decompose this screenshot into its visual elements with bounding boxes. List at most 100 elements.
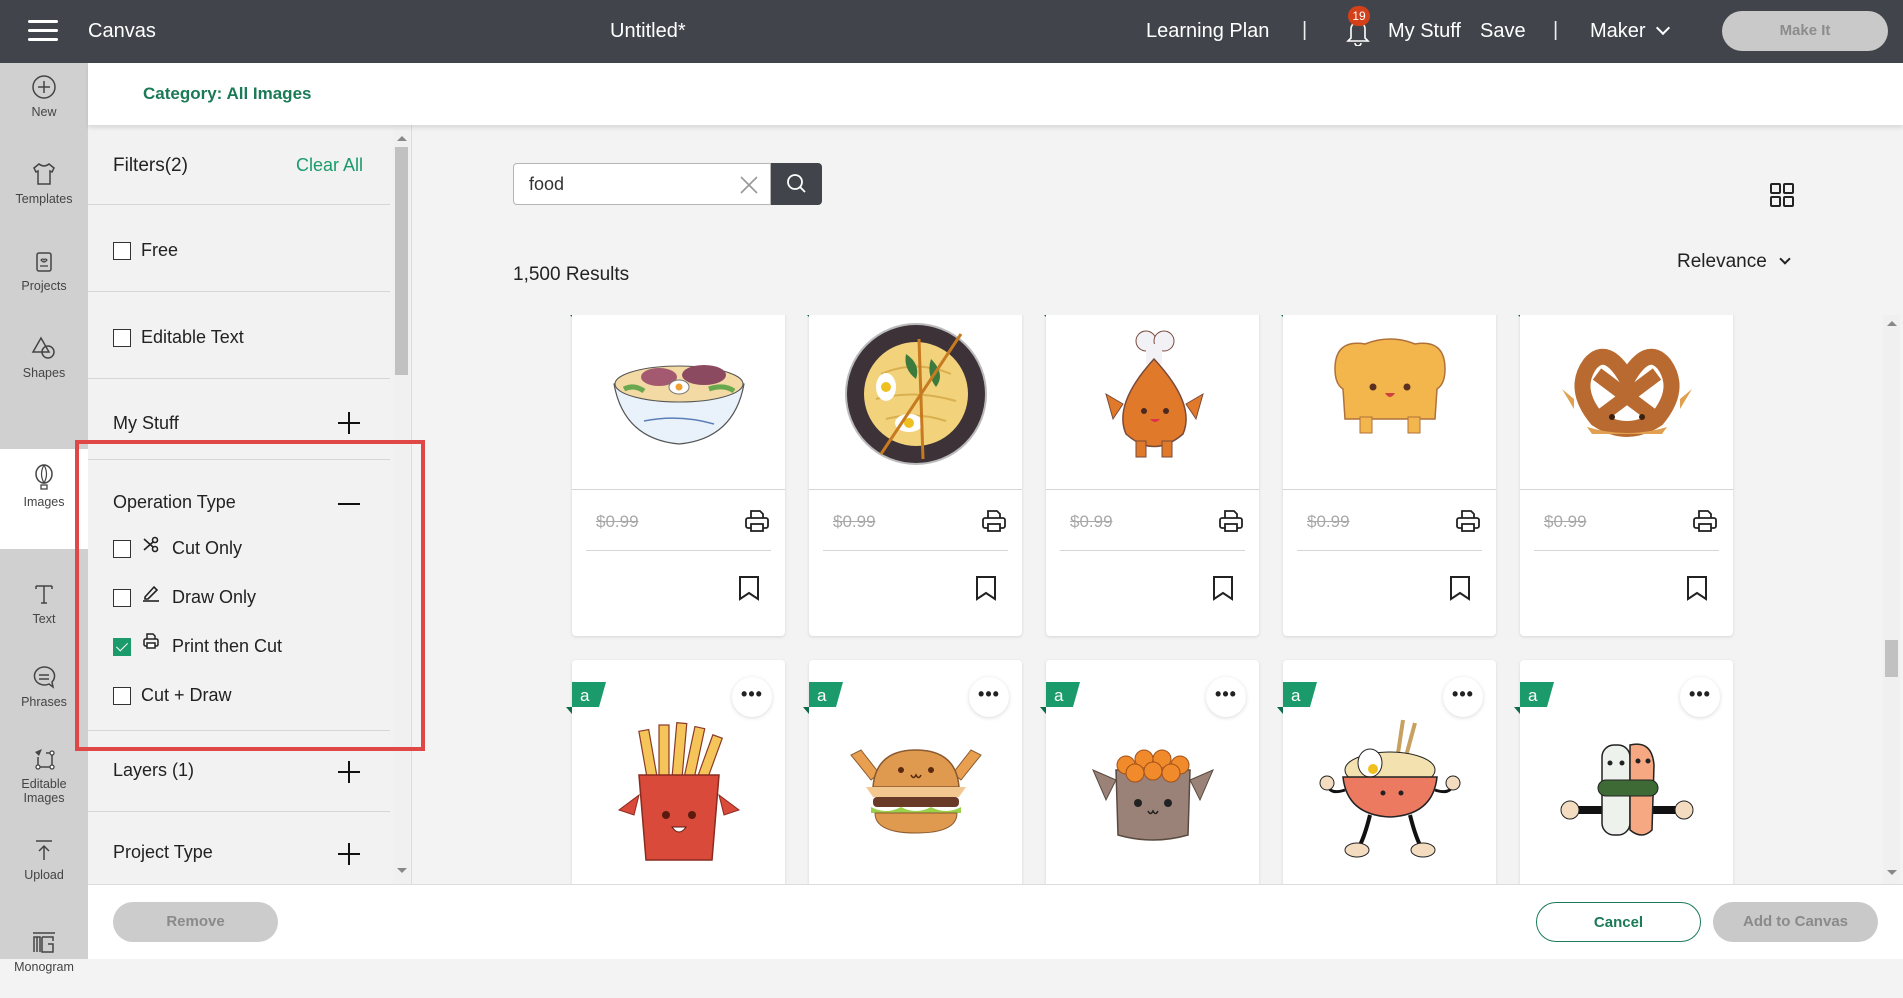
rail-label: Phrases	[21, 695, 67, 709]
cancel-button[interactable]: Cancel	[1536, 902, 1701, 942]
price: $0.99	[1544, 512, 1587, 531]
learning-plan-link[interactable]: Learning Plan	[1146, 20, 1269, 43]
rail-item-monogram[interactable]: Monogram	[0, 928, 88, 998]
image-thumbnail[interactable]	[1520, 315, 1733, 489]
image-card[interactable]: a •••	[803, 660, 1022, 884]
cut-only-checkbox[interactable]	[113, 540, 131, 558]
notification-badge: 19	[1348, 6, 1370, 26]
scrollbar-thumb[interactable]	[1885, 640, 1898, 677]
collapse-minus-icon[interactable]	[338, 503, 360, 505]
ramen-character-image	[1319, 719, 1460, 858]
image-card[interactable]: $0.99	[1518, 315, 1733, 636]
monogram-icon	[33, 932, 55, 953]
ramen-bowl-image	[612, 365, 745, 445]
save-link[interactable]: Save	[1480, 20, 1526, 43]
expand-plus-icon[interactable]	[338, 412, 360, 434]
image-thumbnail[interactable]	[572, 315, 785, 489]
pretzel-image	[1561, 348, 1692, 437]
rail-item-templates[interactable]: Templates	[0, 160, 88, 230]
image-card[interactable]: a •••	[566, 660, 785, 884]
image-card[interactable]: a •••	[1514, 660, 1733, 884]
machine-selector[interactable]: Maker	[1590, 20, 1670, 43]
rail-item-shapes[interactable]: Shapes	[0, 334, 88, 404]
rail-label: Monogram	[14, 960, 74, 974]
grid-view-icon[interactable]	[1770, 183, 1794, 207]
image-card[interactable]: $0.99	[807, 315, 1022, 636]
image-thumbnail[interactable]	[809, 695, 1022, 884]
price: $0.99	[833, 512, 876, 531]
filter-layers[interactable]: Layers (1)	[88, 731, 390, 812]
image-card[interactable]: $0.99	[570, 315, 785, 636]
balloon-icon	[35, 464, 53, 490]
rail-item-new[interactable]: New	[0, 73, 88, 143]
clear-all-link[interactable]: Clear All	[296, 155, 363, 176]
category-breadcrumb[interactable]: Category: All Images	[143, 84, 311, 104]
card-info: $0.99	[809, 489, 1022, 601]
image-thumbnail[interactable]	[1520, 695, 1733, 884]
separator: |	[1553, 19, 1559, 41]
search-button[interactable]	[771, 163, 822, 205]
sort-label: Relevance	[1677, 251, 1767, 272]
bookmark-icon[interactable]	[1449, 575, 1471, 601]
expand-plus-icon[interactable]	[338, 843, 360, 865]
make-it-button[interactable]: Make It	[1722, 11, 1888, 51]
rail-label: New	[31, 105, 57, 119]
results-scrollbar[interactable]	[1883, 315, 1900, 884]
remove-button[interactable]: Remove	[113, 902, 278, 942]
bookmark-icon[interactable]	[738, 575, 760, 601]
image-thumbnail[interactable]	[1283, 315, 1496, 489]
sort-dropdown[interactable]: Relevance	[1677, 251, 1791, 273]
image-card[interactable]: $0.99	[1044, 315, 1259, 636]
filters-scrollbar[interactable]	[393, 125, 410, 884]
document-title[interactable]: Untitled*	[610, 20, 686, 43]
search-input[interactable]	[529, 173, 719, 195]
draw-only-label: Draw Only	[172, 587, 257, 607]
clear-search-icon[interactable]	[739, 175, 759, 195]
image-thumbnail[interactable]	[1046, 315, 1259, 489]
print-then-cut-label: Print then Cut	[172, 636, 283, 656]
printer-icon[interactable]	[744, 508, 770, 534]
image-thumbnail[interactable]	[1283, 695, 1496, 884]
scroll-up-arrow-icon[interactable]	[397, 136, 407, 141]
printer-icon[interactable]	[1455, 508, 1481, 534]
card-heart-icon	[36, 252, 52, 272]
hamburger-menu-icon[interactable]	[28, 20, 58, 42]
image-thumbnail[interactable]	[572, 695, 785, 884]
filter-editable-text[interactable]: Editable Text	[88, 292, 390, 379]
free-checkbox[interactable]	[113, 242, 131, 260]
scroll-down-arrow-icon[interactable]	[397, 868, 407, 873]
bookmark-icon[interactable]	[1686, 575, 1708, 601]
expand-plus-icon[interactable]	[338, 761, 360, 783]
rail-item-projects[interactable]: Projects	[0, 247, 88, 317]
add-to-canvas-button[interactable]: Add to Canvas	[1713, 902, 1878, 942]
filter-free[interactable]: Free	[88, 205, 390, 292]
bookmark-icon[interactable]	[975, 575, 997, 601]
scroll-up-arrow-icon[interactable]	[1887, 321, 1897, 326]
image-card[interactable]: a •••	[1277, 660, 1496, 884]
rail-item-phrases[interactable]: Phrases	[0, 663, 88, 733]
scrollbar-thumb[interactable]	[395, 147, 408, 375]
bookmark-icon[interactable]	[1212, 575, 1234, 601]
machine-label: Maker	[1590, 20, 1646, 42]
draw-only-checkbox[interactable]	[113, 589, 131, 607]
layers-label: Layers (1)	[113, 760, 195, 780]
editable-text-checkbox[interactable]	[113, 329, 131, 347]
image-card[interactable]: $0.99	[1281, 315, 1496, 636]
rail-item-editable-images[interactable]: Editable Images	[0, 745, 88, 825]
rail-item-text[interactable]: Text	[0, 518, 88, 626]
image-thumbnail[interactable]	[1046, 695, 1259, 884]
print-then-cut-checkbox[interactable]	[113, 638, 131, 656]
scroll-down-arrow-icon[interactable]	[1887, 870, 1897, 875]
filter-my-stuff[interactable]: My Stuff	[88, 379, 390, 460]
printer-icon[interactable]	[1218, 508, 1244, 534]
image-card[interactable]: a •••	[1040, 660, 1259, 884]
search-box	[513, 163, 771, 205]
printer-icon[interactable]	[981, 508, 1007, 534]
filter-project-type[interactable]: Project Type	[88, 812, 390, 884]
my-stuff-link[interactable]: My Stuff	[1388, 20, 1461, 43]
image-thumbnail[interactable]	[809, 315, 1022, 489]
printer-icon[interactable]	[1692, 508, 1718, 534]
cut-draw-checkbox[interactable]	[113, 687, 131, 705]
noodle-bowl-image	[844, 323, 987, 465]
rail-item-upload[interactable]: Upload	[0, 836, 88, 906]
